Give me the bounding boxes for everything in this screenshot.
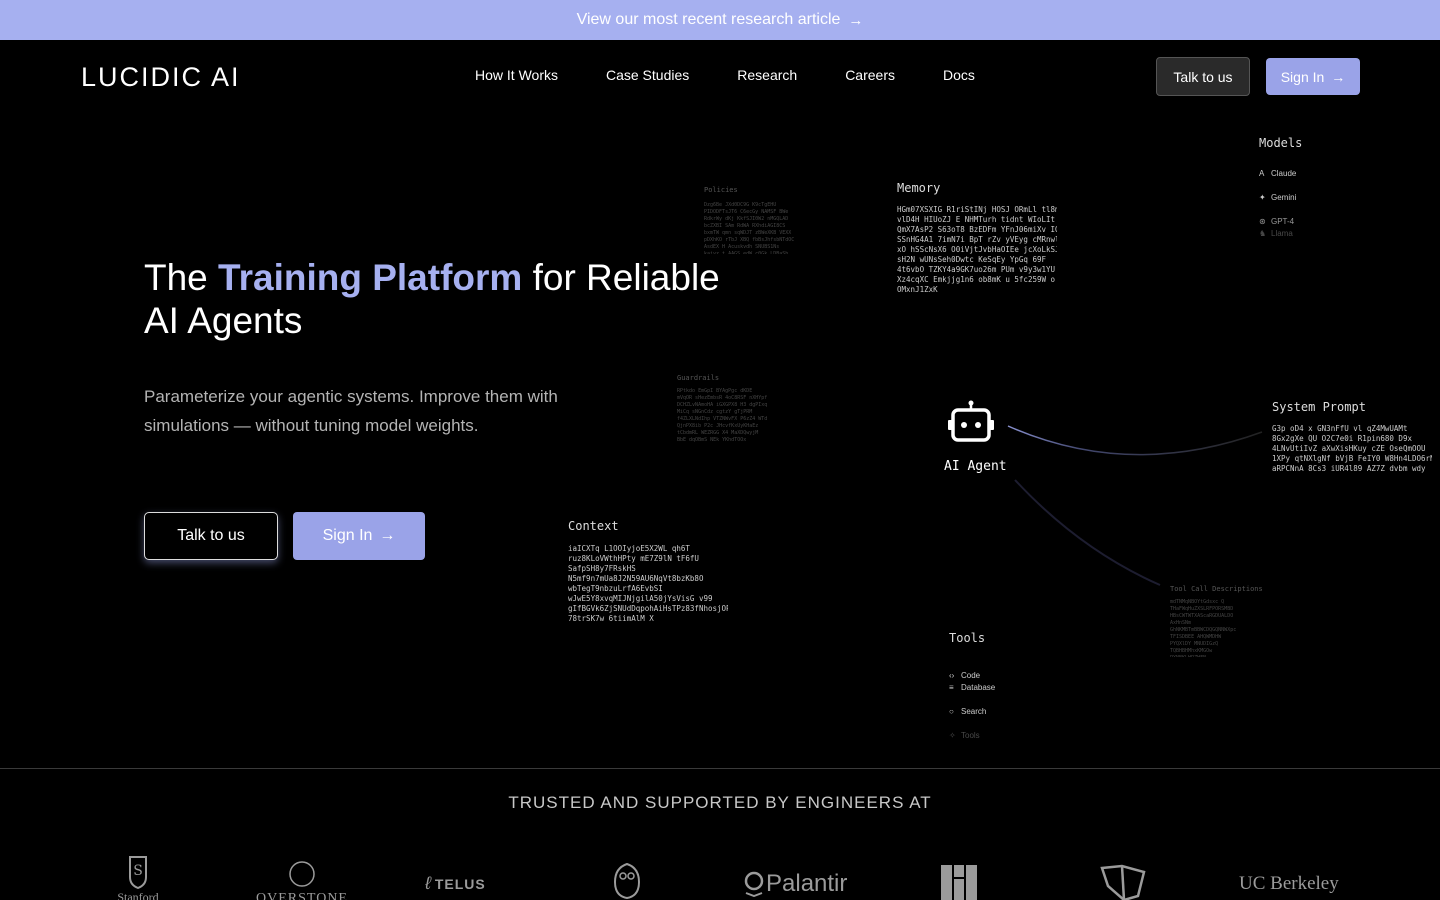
overstone-circle-icon (289, 861, 315, 887)
overstone-logo: OVERSTONE (252, 860, 352, 900)
tool-item-code: ‹› Code (949, 669, 995, 681)
tool-label: Database (961, 682, 996, 692)
tool-call-title: Tool Call Descriptions (1170, 585, 1263, 593)
trusted-heading: TRUSTED AND SUPPORTED BY ENGINEERS AT (508, 793, 932, 812)
tool-item-search: ○ Search (949, 705, 995, 717)
overstone-text: OVERSTONE (256, 891, 348, 900)
telus-swoosh-icon: ℓ (425, 873, 431, 893)
tool-call-text: mdTNMqNBOYtGdsxc Q THaFWqHuZXSLRFPORSMBD… (1170, 599, 1237, 657)
claude-icon: A (1259, 168, 1265, 178)
tool-label: Tools (961, 730, 980, 740)
partner-logos: S Stanford OVERSTONE ℓ TELUS Palantir UC… (0, 850, 1440, 900)
tool-label: Search (961, 706, 987, 716)
palantir-text: Palantir (766, 870, 848, 897)
tools-icon: ✧ (949, 730, 956, 740)
guardrails-text: RPtkdo EmGpI BYAgPgc dKDE mVqOR sHezEmbs… (677, 388, 768, 443)
database-icon: ≡ (949, 682, 954, 692)
box-icon (1100, 864, 1146, 900)
owl-icon (613, 862, 641, 900)
llama-icon: ♞ (1259, 228, 1267, 238)
tool-item-database: ≡ Database (949, 681, 995, 693)
stanford-text: Stanford (117, 890, 159, 900)
model-label: GPT-4 (1271, 216, 1295, 226)
uc-berkeley-logo: UC Berkeley (1239, 873, 1339, 895)
stanford-seal-icon: S (129, 856, 147, 890)
tool-label: Code (961, 670, 981, 680)
tools-list: ‹› Code ≡ Database ○ Search ✧ Tools (949, 669, 995, 741)
model-item-llama: ♞ Llama (1259, 227, 1296, 239)
line-to-system-prompt (1007, 425, 1263, 456)
model-item-gpt: ⊛ GPT-4 (1259, 215, 1296, 227)
telus-logo: ℓ TELUS (425, 873, 486, 894)
box-logo (1100, 864, 1146, 900)
system-prompt-text: G3p oD4 x GN3nFfU vl qZ4MwUAMt 8Gx2gXe Q… (1272, 424, 1432, 473)
uc-berkeley-text: UC Berkeley (1239, 873, 1339, 894)
section-divider (0, 768, 1440, 769)
model-label: Claude (1271, 168, 1297, 178)
guardrails-title: Guardrails (677, 374, 720, 382)
ai-agent-label: AI Agent (944, 459, 1007, 474)
owl-logo (612, 862, 642, 900)
palantir-icon (744, 871, 764, 897)
telus-text: TELUS (434, 875, 486, 892)
building-icon (941, 865, 977, 900)
system-prompt-title: System Prompt (1272, 400, 1366, 414)
code-icon: ‹› (949, 670, 955, 680)
memory-title: Memory (897, 181, 941, 195)
gemini-icon: ✦ (1259, 192, 1266, 202)
context-title: Context (568, 519, 619, 533)
search-icon: ○ (949, 706, 954, 716)
tool-item-tools: ✧ Tools (949, 729, 995, 741)
policies-title: Policies (704, 186, 738, 194)
model-item-claude: A Claude (1259, 167, 1296, 179)
models-list: A Claude ✦ Gemini ⊛ GPT-4 ♞ Llama (1259, 167, 1296, 239)
stanford-logo: S Stanford (112, 855, 164, 900)
building-logo (940, 864, 978, 900)
svg-text:S: S (133, 863, 143, 879)
memory-text: HGm07XSXIG R1riStINj HOSJ ORmLl tl8mf vl… (897, 205, 1057, 293)
tools-title: Tools (949, 631, 986, 645)
line-to-tool-calls (1014, 479, 1161, 586)
context-text: iaICXTq L1OOIyjoE5X2WL qh6T ruz8KLoVWthH… (568, 544, 728, 622)
model-item-gemini: ✦ Gemini (1259, 191, 1296, 203)
models-title: Models (1259, 136, 1303, 150)
model-label: Llama (1271, 228, 1293, 238)
gpt-icon: ⊛ (1259, 216, 1266, 226)
palantir-logo: Palantir (744, 870, 847, 898)
agent-diagram: Policies Dzg6Be JXd0DC9G K9cTgEHU PIDODF… (0, 0, 1440, 770)
policies-text: Dzg6Be JXd0DC9G K9cTgEHU PIDODFTsJT6 C6e… (704, 202, 795, 254)
model-label: Gemini (1271, 192, 1297, 202)
robot-icon (948, 400, 994, 442)
